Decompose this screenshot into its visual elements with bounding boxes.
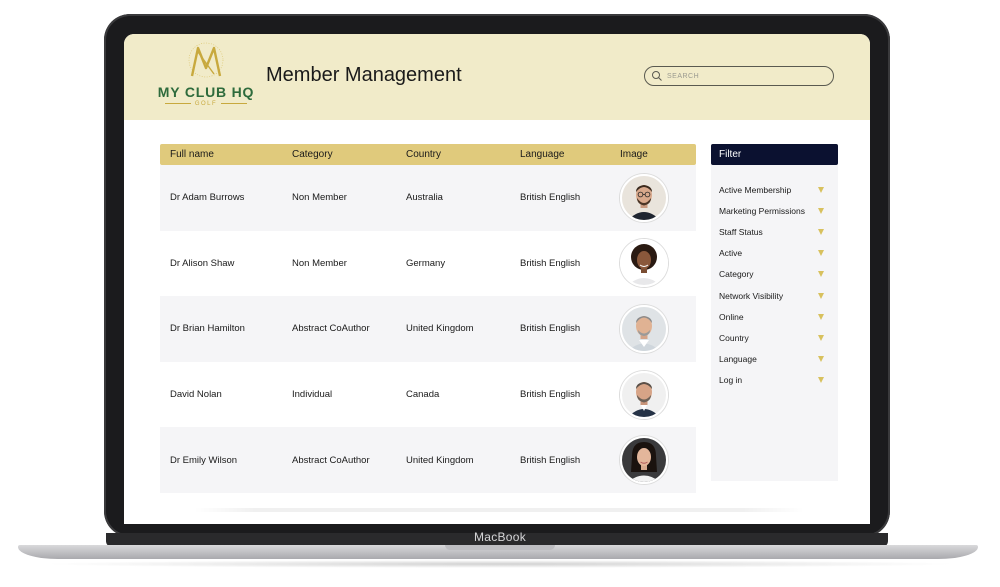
filter-item-marketing-permissions[interactable]: Marketing Permissions [711, 200, 838, 221]
filter-item-label: Marketing Permissions [719, 205, 805, 216]
cell-category: Non Member [292, 192, 347, 204]
column-header-category[interactable]: Category [292, 149, 406, 160]
avatar[interactable] [620, 173, 668, 222]
avatar-woman-dark-hair-icon [622, 438, 666, 483]
search-input[interactable] [665, 68, 829, 84]
avatar-man-glasses-beard-icon [622, 175, 666, 220]
cell-full-name: David Nolan [170, 389, 222, 401]
filter-item-label: Online [719, 311, 744, 322]
cell-full-name: Dr Alison Shaw [170, 257, 235, 269]
avatar[interactable] [620, 239, 668, 288]
table-row[interactable]: Dr Alison Shaw Non Member Germany Britis… [160, 231, 696, 297]
cell-category: Individual [292, 389, 333, 401]
page-title: Member Management [266, 64, 462, 86]
filter-item-label: Log in [719, 375, 743, 386]
cell-language: British English [520, 323, 581, 335]
avatar[interactable] [620, 304, 668, 353]
table-header: Full name Category Country Language Imag… [160, 144, 696, 165]
column-header-full-name[interactable]: Full name [160, 149, 292, 160]
chevron-down-icon[interactable] [818, 207, 824, 214]
logo[interactable]: MY CLUB HQ GOLF [156, 42, 256, 114]
filter-item-country[interactable]: Country [711, 327, 838, 348]
filter-item-language[interactable]: Language [711, 349, 838, 370]
filter-item-label: Category [719, 269, 754, 280]
chevron-down-icon[interactable] [818, 377, 824, 384]
chevron-down-icon[interactable] [818, 271, 824, 278]
cell-full-name: Dr Brian Hamilton [170, 323, 245, 335]
chevron-down-icon[interactable] [818, 250, 824, 257]
avatar[interactable] [620, 370, 668, 419]
table-row[interactable]: David Nolan Individual Canada British En… [160, 362, 696, 428]
chevron-down-icon[interactable] [818, 228, 824, 235]
filter-item-staff-status[interactable]: Staff Status [711, 221, 838, 242]
chevron-down-icon[interactable] [818, 292, 824, 299]
device-brand-label: MacBook [473, 530, 527, 544]
filter-header: Filter [711, 144, 838, 165]
search-icon [652, 71, 662, 81]
search-box[interactable] [644, 66, 834, 86]
chevron-down-icon[interactable] [818, 186, 824, 193]
table-row[interactable]: Dr Adam Burrows Non Member Australia Bri… [160, 165, 696, 231]
table-row[interactable]: Dr Emily Wilson Abstract CoAuthor United… [160, 427, 696, 493]
filter-list: Active Membership Marketing Permissions … [711, 165, 838, 391]
filter-item-label: Staff Status [719, 226, 763, 237]
app-header: MY CLUB HQ GOLF Member Management [124, 34, 870, 120]
column-header-country[interactable]: Country [406, 149, 520, 160]
filter-item-online[interactable]: Online [711, 306, 838, 327]
cell-language: British English [520, 389, 581, 401]
cell-category: Non Member [292, 257, 347, 269]
filter-item-active[interactable]: Active [711, 243, 838, 264]
avatar-man-suit-beard-icon [622, 372, 666, 417]
chevron-down-icon[interactable] [818, 334, 824, 341]
cell-category: Abstract CoAuthor [292, 454, 370, 466]
chevron-down-icon[interactable] [818, 313, 824, 320]
table-body: Dr Adam Burrows Non Member Australia Bri… [160, 165, 696, 493]
members-table: Full name Category Country Language Imag… [160, 144, 696, 493]
cell-country: Canada [406, 389, 440, 401]
cell-country: Germany [406, 257, 446, 269]
screen: MY CLUB HQ GOLF Member Management Full n… [124, 34, 870, 524]
cell-full-name: Dr Emily Wilson [170, 454, 238, 466]
chevron-down-icon[interactable] [818, 356, 824, 363]
cell-language: British English [520, 257, 581, 269]
logo-text: MY CLUB HQ [157, 84, 255, 100]
filter-item-category[interactable]: Category [711, 264, 838, 285]
cell-language: British English [520, 192, 581, 204]
filter-panel: Filter Active Membership Marketing Permi… [711, 144, 838, 481]
logo-monogram-icon [188, 42, 224, 78]
filter-item-label: Active Membership [719, 184, 792, 195]
filter-item-log-in[interactable]: Log in [711, 370, 838, 391]
filter-item-label: Country [719, 332, 749, 343]
column-header-language[interactable]: Language [520, 149, 620, 160]
laptop-shadow [40, 560, 960, 568]
cell-country: Australia [406, 192, 443, 204]
cell-country: United Kingdom [406, 454, 474, 466]
avatar-woman-curly-hair-icon [622, 241, 666, 286]
filter-item-network-visibility[interactable]: Network Visibility [711, 285, 838, 306]
logo-subtext: GOLF [156, 101, 256, 107]
filter-item-label: Network Visibility [719, 290, 784, 301]
column-header-image[interactable]: Image [620, 149, 696, 160]
cell-language: British English [520, 454, 581, 466]
cell-category: Abstract CoAuthor [292, 323, 370, 335]
laptop-notch [445, 545, 555, 550]
table-row[interactable]: Dr Brian Hamilton Abstract CoAuthor Unit… [160, 296, 696, 362]
table-bottom-shadow [194, 508, 804, 512]
filter-item-label: Language [719, 354, 757, 365]
cell-country: United Kingdom [406, 323, 474, 335]
filter-item-label: Active [719, 248, 743, 259]
cell-full-name: Dr Adam Burrows [170, 192, 245, 204]
avatar-man-grey-hair-icon [622, 306, 666, 351]
avatar[interactable] [620, 436, 668, 485]
filter-item-active-membership[interactable]: Active Membership [711, 179, 838, 200]
